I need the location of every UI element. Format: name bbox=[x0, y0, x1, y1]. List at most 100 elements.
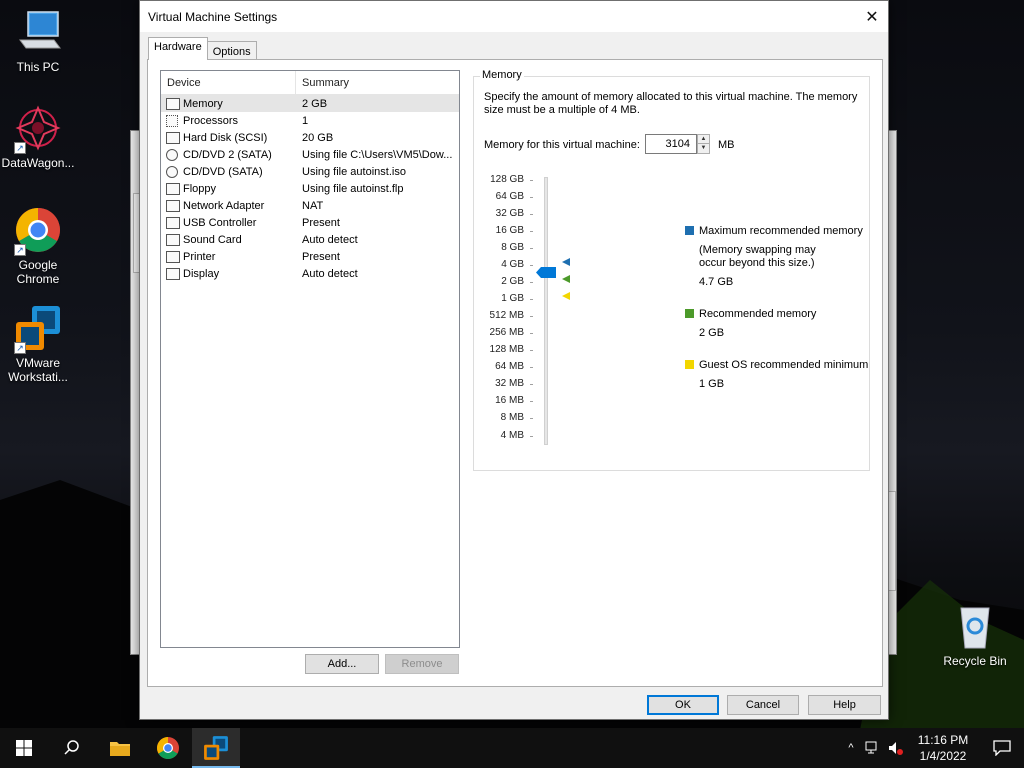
memory-field-label: Memory for this virtual machine: bbox=[484, 139, 640, 151]
scale-tick bbox=[530, 248, 533, 249]
spin-up-icon[interactable]: ▲ bbox=[698, 135, 709, 144]
notification-icon bbox=[993, 740, 1011, 756]
memory-description: Specify the amount of memory allocated t… bbox=[484, 91, 858, 116]
display-icon bbox=[166, 267, 180, 280]
taskbar: ^ 11:16 PM 1/4/2022 bbox=[0, 728, 1024, 768]
desktop-icon-vmware[interactable]: ↗ VMware Workstati... bbox=[0, 304, 76, 384]
computer-icon bbox=[14, 8, 62, 56]
desktop-icon-this-pc[interactable]: This PC bbox=[0, 8, 76, 74]
scale-label: 32 MB bbox=[495, 378, 524, 389]
shortcut-arrow-icon: ↗ bbox=[14, 244, 26, 256]
scale-tick bbox=[530, 316, 533, 317]
ok-button[interactable]: OK bbox=[647, 695, 719, 715]
device-name: Floppy bbox=[183, 182, 217, 195]
desktop-icon-datawagon[interactable]: ↗ DataWagon... bbox=[0, 104, 76, 170]
scale-label: 1 GB bbox=[501, 293, 524, 304]
floppy-icon bbox=[166, 182, 180, 195]
device-row-display[interactable]: Display Auto detect bbox=[161, 265, 459, 282]
tab-options[interactable]: Options bbox=[206, 41, 257, 60]
scale-tick bbox=[530, 197, 533, 198]
scale-label: 16 MB bbox=[495, 395, 524, 406]
desktop-icon-label: VMware Workstati... bbox=[8, 356, 68, 384]
dialog-title: Virtual Machine Settings bbox=[148, 9, 278, 24]
chrome-icon bbox=[157, 737, 179, 759]
taskbar-vmware[interactable] bbox=[192, 728, 240, 768]
memory-input[interactable]: 3104 bbox=[645, 134, 697, 154]
dialog-titlebar[interactable]: Virtual Machine Settings ✕ bbox=[140, 1, 888, 32]
close-icon: ✕ bbox=[865, 8, 879, 26]
system-tray: ^ 11:16 PM 1/4/2022 bbox=[840, 728, 1024, 768]
desktop-icon-recycle-bin[interactable]: Recycle Bin bbox=[937, 602, 1013, 668]
column-header-summary[interactable]: Summary bbox=[296, 71, 459, 95]
scale-tick bbox=[530, 401, 533, 402]
datawagon-icon: ↗ bbox=[14, 104, 62, 154]
device-list[interactable]: Device Summary Memory 2 GB Processors 1 … bbox=[160, 70, 460, 648]
add-button[interactable]: Add... bbox=[305, 654, 379, 674]
scale-label: 128 MB bbox=[489, 344, 524, 355]
remove-button[interactable]: Remove bbox=[385, 654, 459, 674]
device-name: CD/DVD 2 (SATA) bbox=[183, 148, 272, 161]
volume-muted-icon[interactable] bbox=[884, 741, 906, 755]
device-row-printer[interactable]: Printer Present bbox=[161, 248, 459, 265]
scale-label: 32 GB bbox=[495, 208, 524, 219]
device-row-processors[interactable]: Processors 1 bbox=[161, 112, 459, 129]
memory-slider-track[interactable] bbox=[544, 177, 548, 445]
chevron-up-icon[interactable]: ^ bbox=[840, 742, 862, 754]
spin-down-icon[interactable]: ▼ bbox=[698, 144, 709, 153]
scale-tick bbox=[530, 350, 533, 351]
help-button[interactable]: Help bbox=[808, 695, 881, 715]
network-icon[interactable] bbox=[862, 741, 884, 755]
legend-max-recommended: Maximum recommended memory bbox=[685, 225, 863, 237]
scale-tick bbox=[530, 231, 533, 232]
device-summary: Using file C:\Users\VM5\Dow... bbox=[302, 148, 453, 161]
taskbar-clock[interactable]: 11:16 PM 1/4/2022 bbox=[906, 732, 980, 764]
device-row-cd-dvd[interactable]: CD/DVD (SATA) Using file autoinst.iso bbox=[161, 163, 459, 180]
search-icon bbox=[64, 740, 79, 755]
taskbar-chrome[interactable] bbox=[144, 728, 192, 768]
legend-label: Guest OS recommended minimum bbox=[699, 359, 869, 371]
notification-center-button[interactable] bbox=[980, 740, 1024, 756]
guest-minimum-marker-icon bbox=[562, 292, 570, 300]
scale-tick bbox=[530, 214, 533, 215]
memory-slider-thumb[interactable] bbox=[536, 267, 556, 278]
device-summary: 2 GB bbox=[302, 97, 328, 110]
printer-icon bbox=[166, 250, 180, 263]
virtual-machine-settings-dialog: Virtual Machine Settings ✕ Hardware Opti… bbox=[139, 0, 889, 720]
scale-tick bbox=[530, 299, 533, 300]
scale-label: 16 GB bbox=[495, 225, 524, 236]
cd-dvd-icon bbox=[166, 148, 178, 161]
device-name: USB Controller bbox=[183, 216, 257, 229]
device-name: Network Adapter bbox=[183, 199, 265, 212]
device-row-usb-controller[interactable]: USB Controller Present bbox=[161, 214, 459, 231]
scale-label: 2 GB bbox=[501, 276, 524, 287]
device-row-cd-dvd-2[interactable]: CD/DVD 2 (SATA) Using file C:\Users\VM5\… bbox=[161, 146, 459, 163]
device-row-sound-card[interactable]: Sound Card Auto detect bbox=[161, 231, 459, 248]
desktop-icon-label: Google Chrome bbox=[16, 258, 60, 286]
taskbar-file-explorer[interactable] bbox=[96, 728, 144, 768]
hard-disk-icon bbox=[166, 131, 180, 144]
chrome-icon: ↗ bbox=[14, 206, 62, 256]
device-row-memory[interactable]: Memory 2 GB bbox=[161, 95, 459, 112]
scale-label: 512 MB bbox=[489, 310, 524, 321]
device-name: Memory bbox=[183, 97, 223, 110]
desktop-icon-google-chrome[interactable]: ↗ Google Chrome bbox=[0, 206, 76, 286]
device-row-network-adapter[interactable]: Network Adapter NAT bbox=[161, 197, 459, 214]
tab-hardware[interactable]: Hardware bbox=[148, 37, 208, 60]
tab-strip: Hardware Options bbox=[148, 37, 257, 60]
device-row-hard-disk[interactable]: Hard Disk (SCSI) 20 GB bbox=[161, 129, 459, 146]
memory-spinner[interactable]: ▲ ▼ bbox=[697, 134, 710, 154]
legend-max-value: 4.7 GB bbox=[699, 276, 734, 288]
device-summary: 1 bbox=[302, 114, 309, 127]
column-header-device[interactable]: Device bbox=[161, 70, 296, 95]
scale-label: 256 MB bbox=[489, 327, 524, 338]
cancel-button[interactable]: Cancel bbox=[727, 695, 799, 715]
search-button[interactable] bbox=[48, 728, 96, 768]
close-button[interactable]: ✕ bbox=[856, 1, 888, 32]
windows-logo-icon bbox=[16, 740, 32, 756]
start-button[interactable] bbox=[0, 728, 48, 768]
device-summary: Using file autoinst.flp bbox=[302, 182, 404, 195]
scale-tick bbox=[530, 418, 533, 419]
usb-icon bbox=[166, 216, 180, 229]
processor-icon bbox=[166, 114, 178, 127]
device-row-floppy[interactable]: Floppy Using file autoinst.flp bbox=[161, 180, 459, 197]
